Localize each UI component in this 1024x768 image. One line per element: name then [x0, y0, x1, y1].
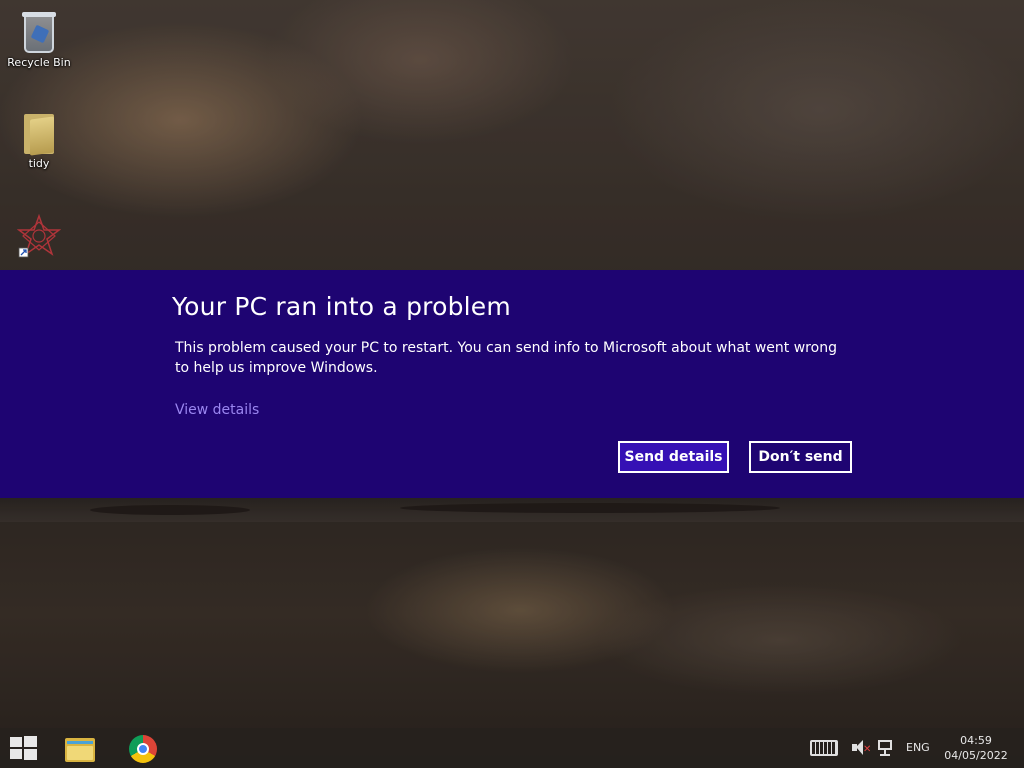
desktop-icon-label: tidy [28, 157, 50, 170]
network-icon[interactable] [876, 739, 894, 757]
send-details-button[interactable]: Send details [618, 441, 729, 473]
language-indicator[interactable]: ENG [906, 741, 930, 754]
folder-icon [24, 114, 54, 156]
dialog-message: This problem caused your PC to restart. … [175, 340, 837, 376]
desktop-icon-tidy[interactable]: tidy [1, 108, 77, 170]
dialog-title: Your PC ran into a problem [172, 292, 511, 321]
touch-keyboard-icon[interactable] [810, 740, 838, 756]
dont-send-button[interactable]: Don′t send [749, 441, 852, 473]
taskbar-chrome[interactable] [123, 732, 163, 766]
clock-date: 04/05/2022 [944, 749, 1008, 762]
desktop-icon-recycle-bin[interactable]: Recycle Bin [1, 6, 77, 69]
taskbar: ✕ ENG 04:59 04/05/2022 [0, 728, 1024, 768]
star-shortcut-icon [17, 214, 61, 258]
system-clock[interactable]: 04:59 04/05/2022 [940, 733, 1012, 763]
desktop-icon-label: Recycle Bin [7, 56, 71, 69]
recycle-bin-icon [1, 12, 77, 53]
file-explorer-icon [65, 738, 95, 762]
view-details-link[interactable]: View details [175, 402, 259, 418]
volume-muted-icon[interactable]: ✕ [852, 740, 871, 756]
chrome-icon [129, 735, 157, 763]
error-dialog: Your PC ran into a problem This problem … [0, 270, 1024, 498]
clock-time: 04:59 [960, 734, 992, 747]
desktop-icon-shortcut[interactable] [1, 214, 77, 258]
taskbar-file-explorer[interactable] [60, 732, 100, 766]
start-button[interactable] [8, 736, 38, 760]
